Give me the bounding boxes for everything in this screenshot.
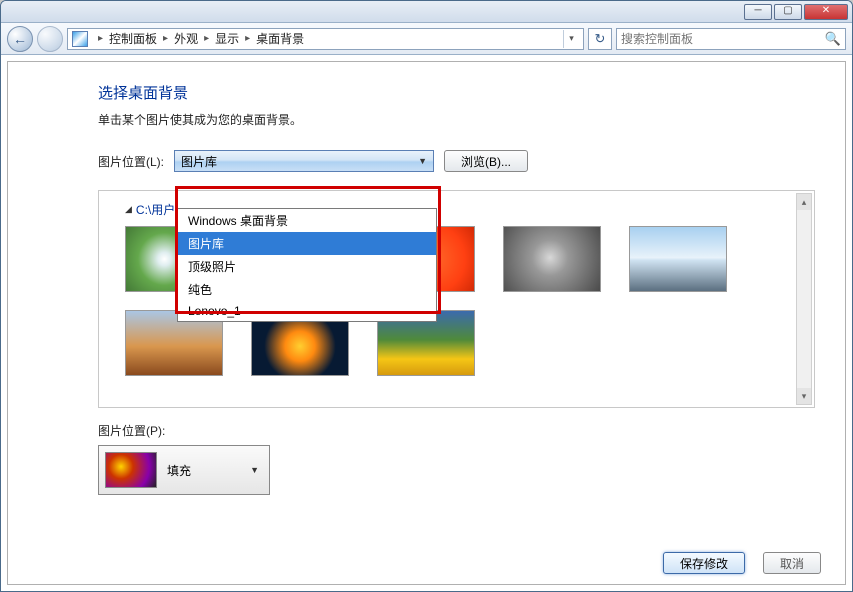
maximize-button[interactable]: ▢ [774, 4, 802, 20]
content-panel: 选择桌面背景 单击某个图片使其成为您的桌面背景。 图片位置(L): 图片库 ▼ … [7, 61, 846, 585]
forward-button[interactable] [37, 26, 63, 52]
chevron-right-icon: ▸ [245, 33, 250, 44]
thumbnail-image[interactable] [503, 226, 601, 292]
picture-position-section: 图片位置(P): 填充 ▼ [98, 422, 815, 495]
chevron-right-icon: ▸ [163, 33, 168, 44]
bottom-action-bar: 保存修改 取消 [8, 542, 845, 584]
position-value: 填充 [167, 462, 191, 479]
search-input[interactable] [621, 32, 825, 46]
search-box[interactable]: 🔍 [616, 28, 846, 50]
location-dropdown[interactable]: Windows 桌面背景 图片库 顶级照片 纯色 Lenovo_1 [177, 208, 437, 322]
collapse-triangle-icon[interactable]: ◢ [125, 204, 132, 215]
save-button[interactable]: 保存修改 [663, 552, 745, 574]
breadcrumb[interactable]: 外观 [174, 30, 198, 47]
search-icon: 🔍 [825, 31, 841, 47]
cancel-button[interactable]: 取消 [763, 552, 821, 574]
page-title: 选择桌面背景 [98, 82, 815, 103]
scrollbar[interactable]: ▴ ▾ [796, 193, 812, 405]
chevron-down-icon: ▼ [418, 156, 427, 166]
dropdown-item-top-photos[interactable]: 顶级照片 [178, 255, 436, 278]
scroll-down-button[interactable]: ▾ [797, 388, 811, 404]
location-combobox[interactable]: 图片库 ▼ [174, 150, 434, 172]
breadcrumb[interactable]: 显示 [215, 30, 239, 47]
address-dropdown-arrow[interactable]: ▾ [563, 30, 579, 48]
path-text: C:\用户\ [136, 201, 179, 218]
scroll-up-button[interactable]: ▴ [797, 194, 811, 210]
navbar: ← ▸ 控制面板 ▸ 外观 ▸ 显示 ▸ 桌面背景 ▾ ↻ 🔍 [1, 23, 852, 55]
dropdown-item-picture-library[interactable]: 图片库 [178, 232, 436, 255]
location-row: 图片位置(L): 图片库 ▼ 浏览(B)... [98, 150, 815, 172]
combobox-value: 图片库 [181, 153, 217, 170]
back-button[interactable]: ← [7, 26, 33, 52]
chevron-right-icon: ▸ [98, 33, 103, 44]
position-label: 图片位置(P): [98, 422, 815, 439]
breadcrumb[interactable]: 控制面板 [109, 30, 157, 47]
position-preview-thumb [105, 452, 157, 488]
dropdown-item-solid-color[interactable]: 纯色 [178, 278, 436, 301]
thumbnail-image[interactable] [629, 226, 727, 292]
breadcrumb[interactable]: 桌面背景 [256, 30, 304, 47]
chevron-down-icon: ▼ [250, 465, 263, 475]
page-subtitle: 单击某个图片使其成为您的桌面背景。 [98, 111, 815, 128]
minimize-button[interactable]: ─ [744, 4, 772, 20]
browse-button[interactable]: 浏览(B)... [444, 150, 528, 172]
location-label: 图片位置(L): [98, 153, 164, 170]
dropdown-item-windows-bg[interactable]: Windows 桌面背景 [178, 209, 436, 232]
dropdown-item-lenovo1[interactable]: Lenovo_1 [178, 301, 436, 321]
address-bar[interactable]: ▸ 控制面板 ▸ 外观 ▸ 显示 ▸ 桌面背景 ▾ [67, 28, 584, 50]
window-frame: ─ ▢ ✕ ← ▸ 控制面板 ▸ 外观 ▸ 显示 ▸ 桌面背景 ▾ ↻ 🔍 选择… [0, 0, 853, 592]
position-combobox[interactable]: 填充 ▼ [98, 445, 270, 495]
titlebar: ─ ▢ ✕ [1, 1, 852, 23]
content-outer: 选择桌面背景 单击某个图片使其成为您的桌面背景。 图片位置(L): 图片库 ▼ … [1, 55, 852, 591]
control-panel-icon [72, 31, 88, 47]
chevron-right-icon: ▸ [204, 33, 209, 44]
close-button[interactable]: ✕ [804, 4, 848, 20]
refresh-button[interactable]: ↻ [588, 28, 612, 50]
